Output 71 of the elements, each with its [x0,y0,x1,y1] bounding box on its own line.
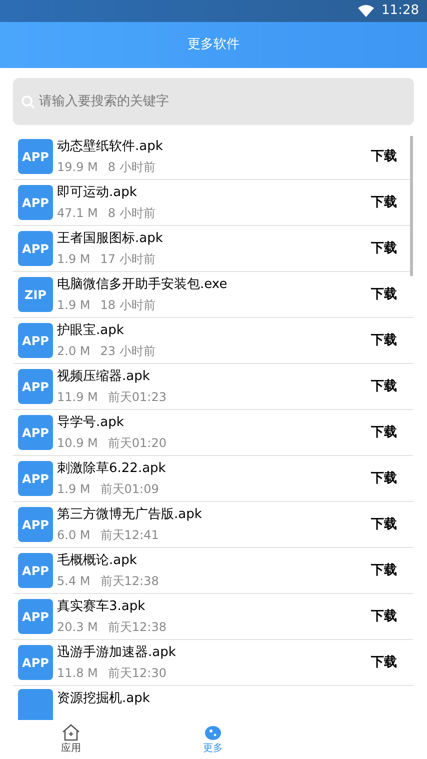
file-time: 8 小时前 [108,158,156,176]
download-button[interactable]: 下载 [371,146,397,166]
file-type-icon: APP [18,139,53,174]
file-name: 导学号.apk [57,414,125,432]
wifi-icon [358,5,374,17]
file-name: 毛概概论.apk [57,552,138,570]
file-time: 前天01:09 [100,480,159,498]
file-type-icon: APP [18,185,53,220]
file-type-icon: ZIP [18,277,53,312]
file-type-icon: APP [18,461,53,496]
file-time: 8 小时前 [108,204,156,222]
file-size: 19.9 M [57,158,98,176]
file-size: 47.1 M [57,204,98,222]
file-name: 迅游手游加速器.apk [57,644,177,662]
file-name: 护眼宝.apk [57,322,125,340]
download-button[interactable]: 下载 [371,422,397,442]
file-type-icon [18,689,53,720]
file-name: 刺激除草6.22.apk [57,460,167,478]
download-button[interactable]: 下载 [371,284,397,304]
file-size: 10.9 M [57,434,98,452]
file-size: 6.0 M [57,526,90,544]
file-time: 前天12:38 [100,572,159,590]
download-button[interactable]: 下载 [371,238,397,258]
file-size: 1.9 M [57,480,90,498]
file-time: 前天12:38 [108,618,166,636]
nav-tab[interactable]: 应用 [0,723,142,756]
file-row[interactable]: 资源挖掘机.apk [13,686,413,720]
file-time: 前天12:30 [108,664,166,682]
home-icon [61,723,81,741]
file-size: 11.9 M [57,388,98,406]
file-name: 即可运动.apk [57,184,138,202]
file-size: 5.4 M [57,572,90,590]
file-size: 11.8 M [57,664,98,682]
search-icon [21,95,35,109]
file-name: 资源挖掘机.apk [57,690,150,708]
file-time: 前天01:23 [108,388,166,406]
file-time: 17 小时前 [100,250,156,268]
download-button[interactable]: 下载 [371,468,397,488]
file-time: 18 小时前 [100,296,156,314]
file-time: 前天12:41 [100,526,159,544]
search-field[interactable]: 请输入要搜索的关键字 [13,78,414,125]
file-size: 20.3 M [57,618,98,636]
file-type-icon: APP [18,599,53,634]
file-type-icon: APP [18,553,53,588]
file-type-icon: APP [18,645,53,680]
file-name: 电脑微信多开助手安装包.exe [57,276,228,294]
file-name: 王者国服图标.apk [57,230,164,248]
download-button[interactable]: 下载 [371,192,397,212]
file-size: 1.9 M [57,296,90,314]
file-time: 前天01:20 [108,434,166,452]
file-size: 2.0 M [57,342,90,360]
file-name: 视频压缩器.apk [57,368,151,386]
download-button[interactable]: 下载 [371,652,397,672]
download-button[interactable]: 下载 [371,376,397,396]
file-type-icon: APP [18,323,53,358]
download-button[interactable]: 下载 [371,514,397,534]
blob-icon [203,723,223,741]
file-type-icon: APP [18,415,53,450]
download-button[interactable]: 下载 [371,606,397,626]
file-size: 1.9 M [57,250,90,268]
file-type-icon: APP [18,369,53,404]
file-name: 动态壁纸软件.apk [57,138,164,156]
download-button[interactable]: 下载 [371,330,397,350]
download-button[interactable]: 下载 [371,560,397,580]
header-title: 更多软件 [188,36,240,54]
file-time: 23 小时前 [100,342,156,360]
file-name: 真实赛车3.apk [57,598,146,616]
status-time: 11:28 [382,2,419,20]
file-type-icon: APP [18,507,53,542]
file-type-icon: APP [18,231,53,266]
file-name: 第三方微博无广告版.apk [57,506,203,524]
